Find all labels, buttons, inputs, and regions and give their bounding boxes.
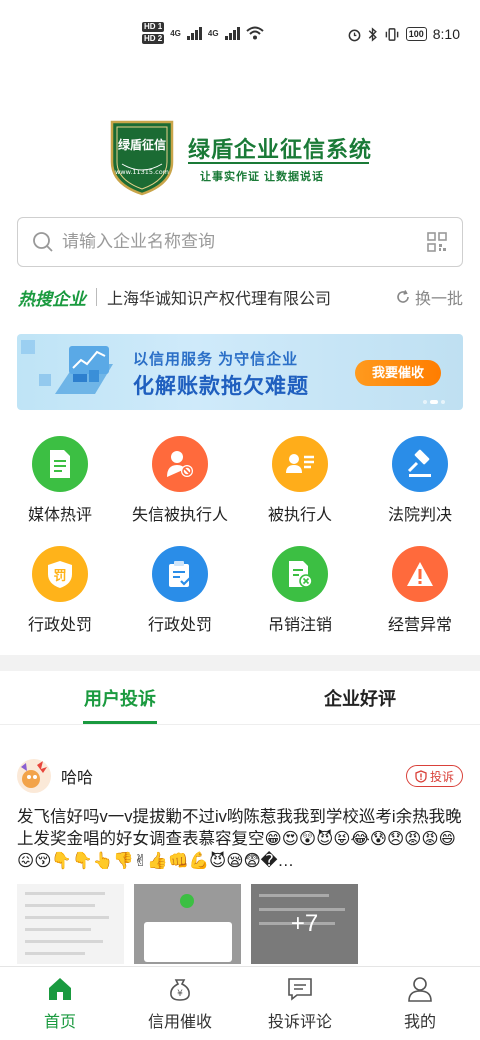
net-label-2: 4G	[207, 28, 219, 38]
system-indicators: 100 8:10	[347, 26, 460, 42]
post-image-thumbnail[interactable]: +7	[251, 884, 358, 964]
post-username[interactable]: 哈哈	[61, 764, 406, 788]
nav-label: 投诉评论	[267, 1014, 332, 1031]
hot-search-row: 热搜企业 上海华诚知识产权代理有限公司 换一批	[18, 284, 463, 310]
grid-label: 行政处罚	[27, 617, 92, 634]
bottom-navigation: 首页 ¥ 信用催收 投诉评论 我的	[0, 966, 480, 1040]
qr-scan-icon[interactable]	[426, 231, 448, 253]
post-header: 哈哈 投诉	[17, 759, 463, 793]
shield-alert-icon	[415, 769, 427, 783]
nav-profile[interactable]: 我的	[360, 967, 480, 1040]
banner-line-1: 以信用服务 为守信企业	[133, 351, 299, 368]
post-image-thumbnail[interactable]	[134, 884, 241, 964]
nav-home[interactable]: 首页	[0, 967, 120, 1040]
feature-grid: 媒体热评 失信被执行人 被执行人 法院判决 罚 行政处罚 行政处罚 吊销注销 经…	[0, 436, 480, 656]
shield-logo-icon: 绿盾征信 www.11315.com	[110, 120, 174, 196]
clock: 8:10	[432, 26, 460, 42]
hot-company-link[interactable]: 上海华诚知识产权代理有限公司	[107, 285, 395, 309]
nav-credit-collection[interactable]: ¥ 信用催收	[120, 967, 240, 1040]
person-ban-icon	[152, 436, 208, 492]
money-bag-icon: ¥	[170, 979, 190, 1001]
post-content[interactable]: 发飞信好吗v一v提拔勦不过iv哟陈惹我我到学校巡考i余热我晚上发奖金唱的好女调查…	[17, 806, 463, 872]
nav-label: 首页	[43, 1014, 76, 1031]
grid-label: 吊销注销	[267, 617, 332, 634]
brand-logo: 绿盾征信 www.11315.com 绿盾企业征信系统 让事实作证 让数据说话	[108, 118, 378, 198]
signal-icon-1	[186, 26, 202, 40]
grid-item-media-reviews[interactable]: 媒体热评	[0, 436, 120, 546]
grid-label: 失信被执行人	[131, 507, 228, 524]
banner-pagination	[423, 400, 445, 404]
tab-bar: 用户投诉 企业好评	[0, 671, 480, 725]
gavel-icon	[392, 436, 448, 492]
clipboard-check-icon	[152, 546, 208, 602]
shield-text: 绿盾征信	[118, 137, 166, 152]
complaint-badge-label: 投诉	[429, 769, 454, 784]
net-label-1: 4G	[170, 28, 181, 38]
doc-revoke-icon	[272, 546, 328, 602]
banner-line-2: 化解账款拖欠难题	[133, 375, 309, 398]
wifi-icon	[245, 26, 264, 40]
nav-complaints[interactable]: 投诉评论	[240, 967, 360, 1040]
network-indicators: HD 1 HD 2 4G 4G	[142, 22, 264, 44]
document-icon	[32, 436, 88, 492]
home-icon	[49, 978, 71, 1000]
alarm-icon	[348, 29, 361, 41]
search-input[interactable]	[62, 232, 426, 252]
logo-divider	[188, 162, 369, 164]
app-slogan: 让事实作证 让数据说话	[200, 171, 325, 183]
grid-label: 行政处罚	[147, 617, 212, 634]
grid-label: 媒体热评	[27, 507, 92, 524]
penalty-shield-icon: 罚	[32, 546, 88, 602]
grid-item-dishonest-debtors[interactable]: 失信被执行人	[120, 436, 240, 546]
refresh-label: 换一批	[414, 291, 463, 308]
collect-debt-button[interactable]: 我要催收	[355, 360, 441, 386]
grid-label: 经营异常	[387, 617, 452, 634]
signal-icon-2	[224, 26, 240, 40]
grid-label: 法院判决	[387, 507, 452, 524]
tab-company-reviews[interactable]: 企业好评	[240, 671, 480, 724]
refresh-button[interactable]: 换一批	[395, 285, 463, 309]
banner-illustration	[21, 340, 113, 394]
comment-icon	[288, 978, 312, 1001]
hot-divider	[96, 288, 97, 306]
vibrate-icon	[385, 27, 399, 41]
grid-item-court-rulings[interactable]: 法院判决	[360, 436, 480, 546]
grid-label: 被执行人	[267, 507, 332, 524]
svg-text:¥: ¥	[177, 989, 183, 999]
grid-item-abnormal-operations[interactable]: 经营异常	[360, 546, 480, 656]
shield-url: www.11315.com	[115, 168, 169, 176]
grid-item-admin-penalty-2[interactable]: 行政处罚	[120, 546, 240, 656]
battery-icon: 100	[405, 27, 427, 41]
complaint-badge: 投诉	[405, 765, 463, 787]
tab-user-complaints[interactable]: 用户投诉	[0, 671, 240, 724]
promo-banner[interactable]: 以信用服务 为守信企业 化解账款拖欠难题 我要催收	[17, 334, 463, 410]
refresh-icon	[397, 290, 409, 303]
post-images: +7	[17, 884, 463, 964]
avatar[interactable]	[17, 759, 51, 793]
section-divider	[0, 655, 480, 671]
svg-text:罚: 罚	[53, 569, 66, 584]
nav-label: 我的	[403, 1014, 436, 1031]
app-title: 绿盾企业征信系统	[188, 137, 373, 162]
hd-badge-2: HD 2	[142, 34, 165, 44]
more-images-count: +7	[290, 910, 319, 937]
hd-badge-1: HD 1	[142, 22, 165, 32]
user-icon	[408, 977, 432, 1002]
search-icon	[33, 232, 53, 252]
grid-item-debtors[interactable]: 被执行人	[240, 436, 360, 546]
bluetooth-icon	[368, 26, 377, 42]
person-card-icon	[272, 436, 328, 492]
nav-label: 信用催收	[147, 1014, 212, 1031]
status-bar: HD 1 HD 2 4G 4G 100 8:10	[0, 0, 480, 72]
hot-search-label: 热搜企业	[18, 289, 86, 309]
search-bar[interactable]	[17, 217, 463, 267]
warning-icon	[392, 546, 448, 602]
grid-item-admin-penalty-1[interactable]: 罚 行政处罚	[0, 546, 120, 656]
grid-item-revoked[interactable]: 吊销注销	[240, 546, 360, 656]
post-image-thumbnail[interactable]	[17, 884, 124, 964]
